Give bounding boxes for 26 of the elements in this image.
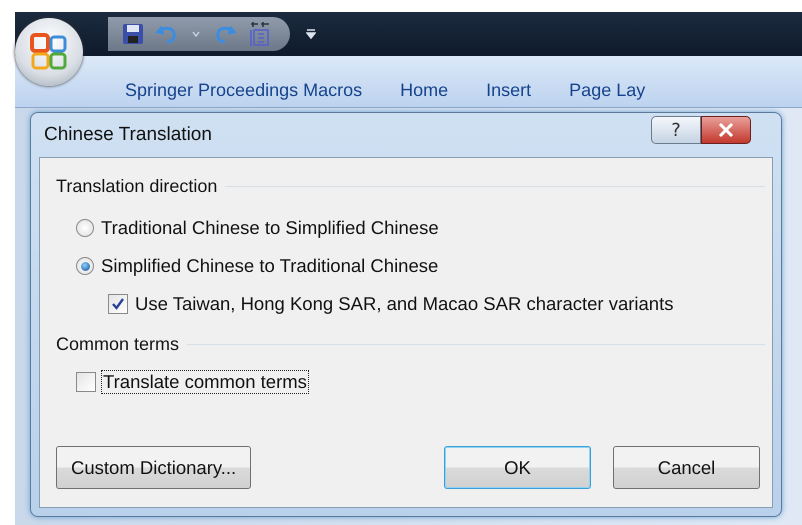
ribbon-tab[interactable]: Insert [486,80,560,101]
dropdown-icon[interactable] [192,30,200,37]
ribbon-tab[interactable]: Home [400,80,476,101]
customize-arrow-icon[interactable] [306,28,316,40]
group-heading: Translation direction [56,176,218,196]
option-label: Translate common terms [102,371,308,393]
option-label: Simplified Chinese to Traditional Chinese [100,255,440,277]
ribbon-tab[interactable]: Springer Proceedings Macros [125,80,390,101]
dialog-button[interactable]: Cancel [613,446,760,489]
close-button[interactable] [701,116,751,144]
help-button[interactable]: ? [651,116,701,144]
group-heading: Common terms [56,334,180,354]
option-label: Use Taiwan, Hong Kong SAR, and Macao SAR character variants [134,293,674,315]
checkbox[interactable] [108,294,128,314]
close-icon [718,123,734,137]
dialog-button[interactable]: Custom Dictionary... [56,446,252,489]
logo-icon [30,33,68,71]
radio-button[interactable] [76,257,94,275]
radio-button[interactable] [76,219,94,237]
checkbox[interactable] [76,372,96,392]
translate-icon[interactable] [248,20,272,47]
save-icon[interactable] [122,22,144,45]
option-label: Traditional Chinese to Simplified Chinese [100,217,440,239]
ribbon-tab[interactable]: Page Lay [569,80,674,101]
window-title: Chinese Translation [43,124,212,146]
dialog-button[interactable]: OK [444,446,591,489]
